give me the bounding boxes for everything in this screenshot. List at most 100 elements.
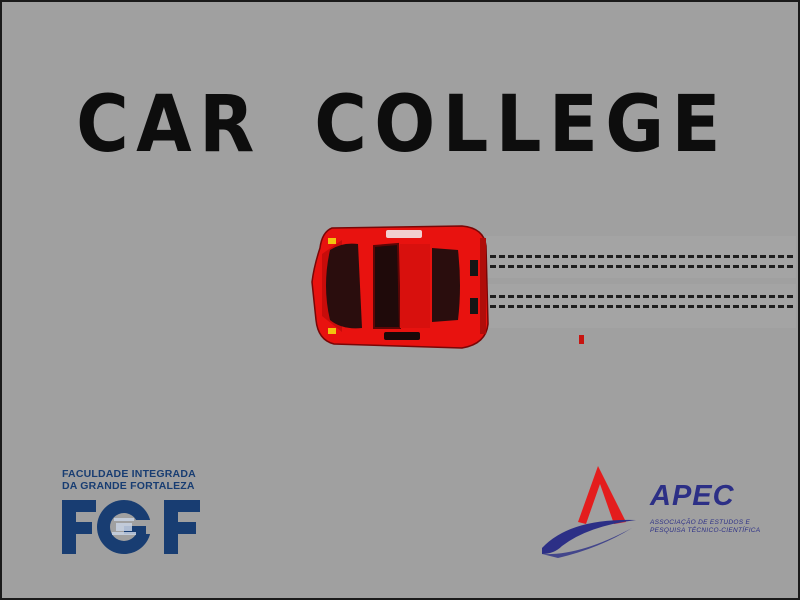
skid-segment <box>625 255 631 258</box>
car-rear-bumper <box>480 238 486 334</box>
skid-segment <box>661 305 667 308</box>
skid-segment <box>544 305 550 308</box>
skid-segment <box>742 295 748 298</box>
skid-segment <box>769 255 775 258</box>
skid-segment <box>697 305 703 308</box>
skid-segment <box>742 305 748 308</box>
skid-segment <box>661 255 667 258</box>
apec-logo: APEC ASSOCIAÇÃO DE ESTUDOS E PESQUISA TÉ… <box>540 464 770 564</box>
skid-segment <box>643 305 649 308</box>
apec-acronym: APEC <box>650 480 735 512</box>
skid-segment <box>535 305 541 308</box>
skid-segment <box>526 295 532 298</box>
skid-segment <box>535 255 541 258</box>
skid-segment <box>751 255 757 258</box>
car-headlight-bottom <box>328 328 336 334</box>
skid-segment <box>616 265 622 268</box>
skid-segment <box>526 305 532 308</box>
skid-segment <box>571 305 577 308</box>
fgf-logo: FACULDADE INTEGRADA DA GRANDE FORTALEZA <box>62 468 204 558</box>
skid-segment <box>553 255 559 258</box>
skid-segment <box>652 265 658 268</box>
skid-segment <box>742 255 748 258</box>
fgf-name-line-1: FACULDADE INTEGRADA <box>62 468 196 480</box>
skid-segment <box>652 305 658 308</box>
car-headlight-top <box>328 238 336 244</box>
skid-segment <box>517 305 523 308</box>
skid-segment <box>544 255 550 258</box>
skid-segment <box>598 295 604 298</box>
skid-segment <box>688 265 694 268</box>
skid-segment <box>706 295 712 298</box>
skid-segment <box>742 265 748 268</box>
apec-swoosh-icon <box>542 466 636 558</box>
skid-segment <box>634 295 640 298</box>
skid-segment <box>535 295 541 298</box>
skid-segment <box>778 255 784 258</box>
skid-segment <box>787 295 793 298</box>
debris <box>579 335 584 344</box>
skid-segment <box>715 295 721 298</box>
skid-segment <box>643 255 649 258</box>
skid-segment <box>769 295 775 298</box>
skid-segment <box>724 265 730 268</box>
fgf-seal-icon <box>62 500 200 554</box>
skid-segment <box>580 295 586 298</box>
skid-segment <box>571 265 577 268</box>
game-screen[interactable]: CAR COLLEGE FACULDADE INTEGRADA DA GRAND… <box>0 0 800 600</box>
skid-segment <box>499 295 505 298</box>
skid-segment <box>589 305 595 308</box>
skid-segment <box>652 295 658 298</box>
skid-segment <box>787 255 793 258</box>
skid-segment <box>562 255 568 258</box>
apec-description-line-2: PESQUISA TÉCNICO-CIENTÍFICA <box>650 527 761 534</box>
skid-segment <box>751 295 757 298</box>
skid-segment <box>616 255 622 258</box>
skid-segment <box>589 255 595 258</box>
skid-segment <box>589 295 595 298</box>
car-roof-panel <box>400 244 430 328</box>
skid-segment <box>769 305 775 308</box>
skid-segment <box>769 265 775 268</box>
skid-segment <box>724 305 730 308</box>
skid-segment <box>751 265 757 268</box>
car-mirror-top <box>386 230 422 238</box>
skid-segment <box>634 255 640 258</box>
skid-segment <box>553 265 559 268</box>
skid-segment <box>787 305 793 308</box>
skid-segment <box>562 295 568 298</box>
skid-segment <box>733 255 739 258</box>
skid-segment <box>661 295 667 298</box>
skid-segment <box>508 295 514 298</box>
skid-segment <box>598 265 604 268</box>
skid-segment <box>634 265 640 268</box>
skid-segment <box>607 255 613 258</box>
car-tail-detail-bottom <box>470 298 478 314</box>
skid-segment <box>751 305 757 308</box>
skid-segment <box>607 295 613 298</box>
skid-segment <box>706 265 712 268</box>
skid-segment <box>679 265 685 268</box>
skid-segment <box>544 265 550 268</box>
skid-segment <box>670 265 676 268</box>
skid-segment <box>490 305 496 308</box>
skid-segment <box>562 305 568 308</box>
skid-segment <box>760 265 766 268</box>
skid-segment <box>490 265 496 268</box>
skid-segment <box>589 265 595 268</box>
skid-segment <box>778 295 784 298</box>
apec-description-line-1: ASSOCIAÇÃO DE ESTUDOS E <box>650 519 751 526</box>
skid-segment <box>544 295 550 298</box>
skid-segment <box>778 265 784 268</box>
skid-segment <box>580 265 586 268</box>
skid-segment <box>724 295 730 298</box>
player-car[interactable] <box>311 225 489 349</box>
skid-segment <box>715 265 721 268</box>
skid-segment <box>760 305 766 308</box>
skid-segment <box>607 265 613 268</box>
skid-segment <box>553 305 559 308</box>
skid-segment <box>643 265 649 268</box>
skid-segment <box>535 265 541 268</box>
skid-segment <box>553 295 559 298</box>
skid-segment <box>571 295 577 298</box>
